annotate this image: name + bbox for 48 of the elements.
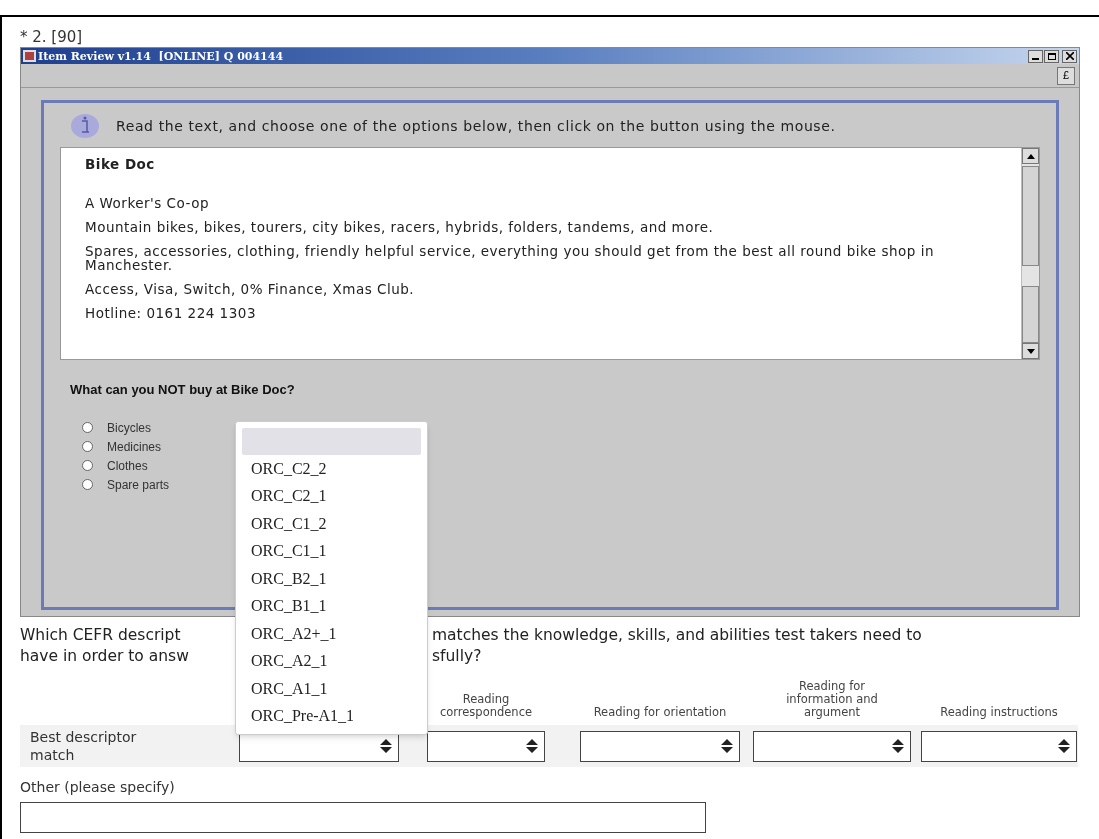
option-label: Spare parts — [107, 476, 170, 494]
select-field[interactable] — [580, 730, 740, 762]
scroll-down-icon — [1026, 348, 1035, 354]
radio-button[interactable] — [82, 460, 93, 471]
row-label: Best descriptor match — [30, 728, 138, 764]
select-field[interactable] — [753, 730, 911, 762]
radio-button[interactable] — [82, 479, 93, 490]
radio-button[interactable] — [82, 441, 93, 452]
passage-paragraph: Hotline: 0161 224 1303 — [85, 306, 257, 321]
instruction-text: Read the text, and choose one of the options below, then click on the button using the mouse. — [116, 116, 836, 136]
question-fragment: Which CEFR descript — [20, 626, 181, 644]
column-header: Reading for information and argument — [785, 680, 879, 719]
option-label: Medicines — [107, 438, 162, 456]
passage-title: Bike Doc — [85, 155, 156, 174]
info-icon — [70, 113, 100, 139]
window-title: Item Review v1.14 [ONLINE] Q 004144 — [38, 50, 284, 62]
sort-arrows-icon — [526, 739, 538, 753]
radio-button[interactable] — [82, 422, 93, 433]
sort-arrows-icon — [892, 739, 904, 753]
sort-arrows-icon — [380, 739, 392, 753]
column-header: Reading instructions — [940, 706, 1058, 719]
close-button[interactable] — [1062, 49, 1077, 63]
select-field[interactable] — [921, 730, 1077, 762]
passage-paragraph: Spares, accessories, clothing, friendly helpful service, everything you should get from the best all round bike shop in Manchester. — [85, 244, 935, 273]
other-input-field[interactable] — [20, 802, 706, 833]
column-header: Reading for orientation — [593, 706, 727, 719]
minimize-button[interactable] — [1028, 49, 1043, 63]
select-field[interactable] — [427, 730, 545, 762]
scroll-up-icon — [1026, 153, 1035, 159]
question-fragment: have in order to answ — [20, 647, 189, 665]
option-label: Bicycles — [107, 419, 151, 437]
question-fragment: matches the knowledge, skills, and abilities test takers need to — [432, 625, 922, 646]
app-icon — [23, 50, 36, 62]
passage-paragraph: Access, Visa, Switch, 0% Finance, Xmas Club. — [85, 282, 416, 297]
sort-arrows-icon — [1058, 739, 1070, 753]
column-header: Reading correspondence — [438, 693, 534, 719]
passage-paragraph: A Worker's Co-op — [85, 196, 210, 211]
sort-arrows-icon — [721, 739, 733, 753]
question-fragment: sfully? — [432, 646, 482, 667]
other-label: Other (please specify) — [20, 778, 176, 797]
currency-button[interactable]: £ — [1057, 66, 1075, 85]
maximize-button[interactable] — [1044, 49, 1059, 63]
passage-paragraph: Mountain bikes, bikes, tourers, city bikes, racers, hybrids, folders, tandems, and more. — [85, 220, 715, 235]
question-text: What can you NOT buy at Bike Doc? — [70, 381, 296, 399]
scrollbar[interactable] — [1021, 148, 1039, 359]
question-number: * 2. [90] — [20, 27, 84, 47]
option-label: Clothes — [107, 457, 148, 475]
close-icon — [1065, 52, 1074, 60]
